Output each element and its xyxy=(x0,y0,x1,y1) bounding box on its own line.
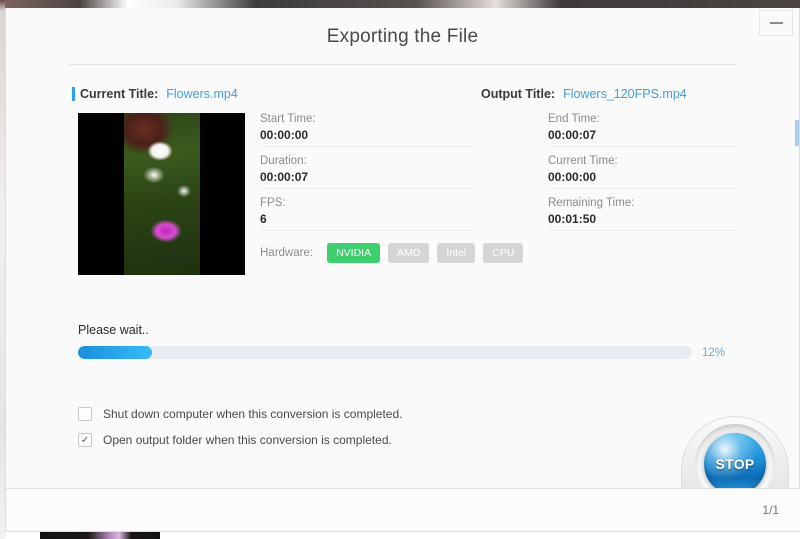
shutdown-checkbox[interactable] xyxy=(78,407,92,421)
titles-row: Current Title: Flowers.mp4 Output Title:… xyxy=(6,87,799,101)
field-fps: FPS: 6 xyxy=(260,197,474,231)
current-title-label: Current Title: xyxy=(80,87,159,101)
page-title: Exporting the File xyxy=(326,26,479,47)
accent-bar-icon xyxy=(72,87,75,101)
export-dialog: Exporting the File Current Title: Flower… xyxy=(5,8,800,532)
field-remaining-time: Remaining Time: 00:01:50 xyxy=(548,197,736,231)
field-label: Current Time: xyxy=(548,155,618,167)
option-shutdown-row[interactable]: Shut down computer when this conversion … xyxy=(78,407,736,421)
field-duration: Duration: 00:00:07 xyxy=(260,155,474,189)
hardware-label: Hardware: xyxy=(260,247,314,259)
field-start-time: Start Time: 00:00:00 xyxy=(260,113,474,147)
hardware-option-amd[interactable]: AMD xyxy=(388,243,430,263)
field-label: End Time: xyxy=(548,113,600,125)
background-window-top-sliver xyxy=(0,0,800,8)
minimize-button[interactable] xyxy=(759,10,793,36)
right-edge-marker xyxy=(795,120,799,146)
options-list: Shut down computer when this conversion … xyxy=(6,407,799,447)
hardware-option-intel[interactable]: Intel xyxy=(437,243,476,263)
current-title-block: Current Title: Flowers.mp4 xyxy=(72,87,412,101)
progress-section: Please wait.. 12% xyxy=(6,323,799,359)
title-divider xyxy=(69,64,736,65)
open-folder-label: Open output folder when this conversion … xyxy=(103,433,392,447)
field-label: Remaining Time: xyxy=(548,197,635,209)
hardware-option-nvidia[interactable]: NVIDIA xyxy=(327,243,381,263)
field-label: Start Time: xyxy=(260,113,316,125)
output-title-block: Output Title: Flowers_120FPS.mp4 xyxy=(412,87,736,101)
output-title-label: Output Title: xyxy=(481,87,556,101)
option-open-folder-row[interactable]: ✓ Open output folder when this conversio… xyxy=(78,433,736,447)
thumbnail-image xyxy=(124,113,200,275)
field-end-time: End Time: 00:00:07 xyxy=(548,113,736,147)
field-value: 00:00:00 xyxy=(548,170,597,184)
minimize-icon xyxy=(769,22,783,24)
field-label: FPS: xyxy=(260,197,286,209)
progress-status-text: Please wait.. xyxy=(78,323,149,337)
field-value: 00:00:00 xyxy=(260,128,309,142)
progress-bar-fill xyxy=(78,346,152,359)
shutdown-label: Shut down computer when this conversion … xyxy=(103,407,403,421)
field-current-time: Current Time: 00:00:00 xyxy=(548,155,736,189)
video-thumbnail xyxy=(78,113,245,275)
current-title-value: Flowers.mp4 xyxy=(166,87,238,101)
progress-percent-label: 12% xyxy=(702,346,726,359)
progress-line: 12% xyxy=(78,346,736,359)
fields-area: Start Time: 00:00:00 Duration: 00:00:07 … xyxy=(245,113,736,275)
footer-bar: 1/1 xyxy=(6,489,800,531)
field-value: 00:00:07 xyxy=(548,128,597,142)
field-label: Duration: xyxy=(260,155,307,167)
stop-button-label: STOP xyxy=(715,456,755,472)
fields-column-left: Start Time: 00:00:00 Duration: 00:00:07 … xyxy=(260,113,524,275)
field-value: 00:01:50 xyxy=(548,212,597,226)
hardware-row: Hardware: NVIDIA AMD Intel CPU xyxy=(260,243,524,263)
body-row: Start Time: 00:00:00 Duration: 00:00:07 … xyxy=(6,101,799,275)
page-count: 1/1 xyxy=(762,503,779,517)
output-title-value: Flowers_120FPS.mp4 xyxy=(563,87,687,101)
field-value: 00:00:07 xyxy=(260,170,309,184)
fields-column-right: End Time: 00:00:07 Current Time: 00:00:0… xyxy=(498,113,736,275)
progress-bar xyxy=(78,346,692,359)
open-folder-checkbox[interactable]: ✓ xyxy=(78,433,92,447)
field-value: 6 xyxy=(260,212,267,226)
stop-button[interactable]: STOP xyxy=(704,433,766,495)
